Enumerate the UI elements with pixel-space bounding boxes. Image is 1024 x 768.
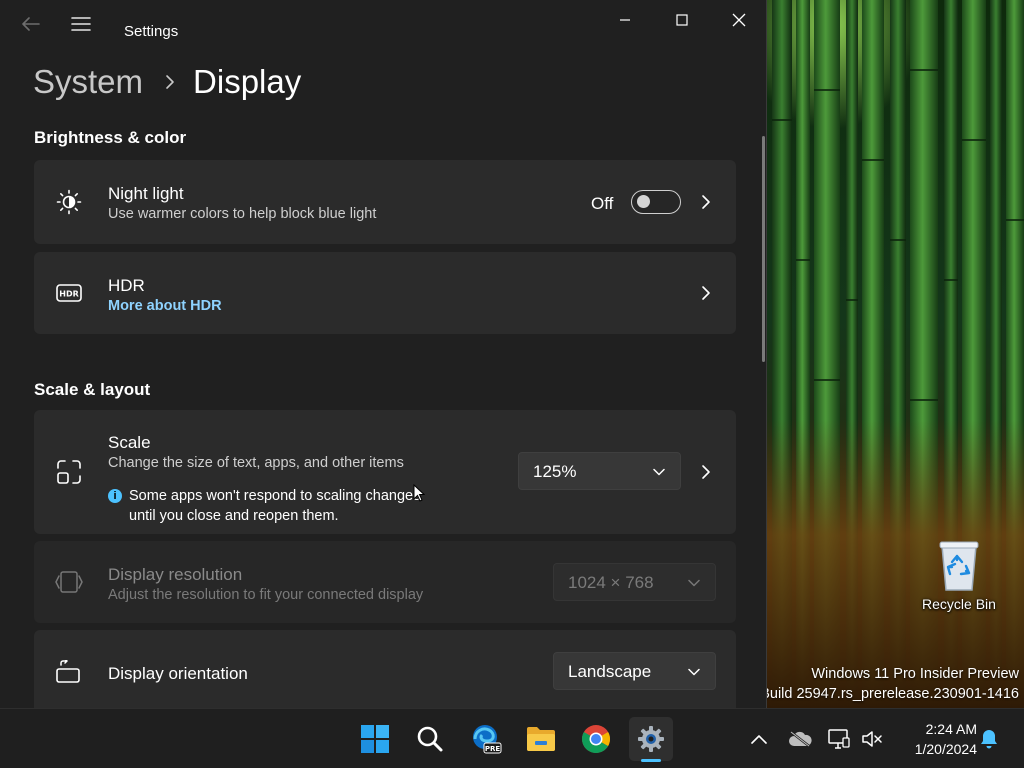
navigation-menu-button[interactable] — [63, 8, 99, 40]
back-button[interactable] — [13, 8, 49, 40]
hdr-card[interactable]: HDR HDR More about HDR — [34, 252, 736, 334]
scale-title: Scale — [108, 433, 151, 452]
toggle-knob — [637, 195, 650, 208]
minimize-button[interactable] — [596, 0, 653, 40]
mouse-cursor-icon — [413, 484, 425, 502]
hdr-icon: HDR — [54, 278, 84, 308]
night-light-toggle[interactable] — [631, 190, 681, 214]
section-scale-layout: Scale & layout — [34, 380, 151, 399]
vertical-scrollbar[interactable] — [762, 136, 765, 362]
night-light-title: Night light — [108, 184, 184, 203]
night-light-description: Use warmer colors to help block blue lig… — [108, 206, 377, 222]
taskbar-clock[interactable]: 2:24 AM 1/20/2024 — [893, 719, 977, 759]
active-app-indicator — [641, 759, 661, 762]
night-light-state-label: Off — [591, 194, 614, 213]
recycle-bin-icon — [939, 541, 979, 591]
resolution-icon — [54, 567, 84, 597]
app-title: Settings — [124, 23, 179, 40]
search-button[interactable] — [408, 717, 452, 761]
display-resolution-title: Display resolution — [108, 565, 243, 584]
taskbar: PRE 2:24 AM 1/20/2024 — [0, 708, 1024, 768]
scale-card[interactable]: Scale Change the size of text, apps, and… — [34, 410, 736, 534]
display-resolution-card: Display resolution Adjust the resolution… — [34, 541, 736, 623]
resolution-dropdown: 1024 × 768 — [553, 563, 716, 601]
close-button[interactable] — [710, 0, 766, 40]
settings-taskbar-button[interactable] — [629, 717, 673, 761]
night-light-card[interactable]: Night light Use warmer colors to help bl… — [34, 160, 736, 244]
scale-dropdown-value: 125% — [533, 462, 577, 481]
scale-description: Change the size of text, apps, and other… — [108, 455, 404, 471]
night-light-chevron-icon[interactable] — [698, 194, 714, 210]
orientation-icon — [54, 657, 84, 687]
chevron-up-icon — [751, 735, 767, 744]
scale-dropdown[interactable]: 125% — [518, 452, 681, 490]
breadcrumb-system-link[interactable]: System — [33, 63, 143, 101]
os-watermark: Windows 11 Pro Insider Preview Build 259… — [760, 664, 1019, 704]
back-arrow-icon — [22, 17, 40, 31]
show-hidden-icons-button[interactable] — [747, 727, 771, 751]
orientation-dropdown[interactable]: Landscape — [553, 652, 716, 690]
network-monitor-icon — [828, 729, 850, 749]
file-explorer-button[interactable] — [519, 717, 563, 761]
watermark-edition: Windows 11 Pro Insider Preview — [811, 666, 1019, 682]
network-tray-button[interactable] — [827, 727, 851, 751]
display-resolution-description: Adjust the resolution to fit your connec… — [108, 587, 424, 603]
edge-beta-button[interactable]: PRE — [464, 717, 508, 761]
svg-text:PRE: PRE — [485, 745, 501, 753]
title-bar: Settings — [0, 0, 766, 50]
volume-muted-icon — [862, 731, 882, 747]
hdr-chevron-icon[interactable] — [698, 285, 714, 301]
minimize-icon — [619, 19, 630, 21]
watermark-build: Build 25947.rs_prerelease.230901-1416 — [760, 686, 1019, 702]
notification-bell-icon — [981, 730, 997, 749]
hamburger-menu-icon — [71, 17, 91, 31]
settings-window: Settings System Display Brightness & col… — [0, 0, 767, 708]
display-orientation-title: Display orientation — [108, 664, 248, 683]
section-brightness-color: Brightness & color — [34, 128, 187, 147]
clock-time: 2:24 AM — [925, 721, 977, 737]
clock-date: 1/20/2024 — [914, 741, 977, 757]
orientation-dropdown-value: Landscape — [568, 662, 652, 681]
close-icon — [732, 13, 745, 27]
svg-text:HDR: HDR — [59, 290, 79, 299]
more-about-hdr-link[interactable]: More about HDR — [108, 298, 222, 314]
maximize-icon — [675, 14, 688, 26]
info-icon: i — [108, 489, 122, 503]
settings-gear-icon — [638, 726, 664, 752]
file-explorer-icon — [527, 727, 555, 751]
night-light-icon — [54, 187, 84, 217]
chrome-icon — [582, 725, 610, 753]
chrome-button[interactable] — [574, 717, 618, 761]
onedrive-tray-button[interactable] — [788, 727, 812, 751]
resolution-dropdown-value: 1024 × 768 — [568, 573, 654, 592]
notifications-button[interactable] — [977, 727, 1001, 751]
settings-content: Brightness & color Night light Use warme… — [0, 120, 760, 708]
edge-beta-icon: PRE — [473, 725, 502, 754]
onedrive-offline-icon — [789, 731, 812, 747]
scale-info-line-2: until you close and reopen them. — [129, 508, 339, 524]
maximize-button[interactable] — [653, 0, 710, 40]
search-icon — [417, 726, 443, 752]
hdr-title: HDR — [108, 276, 145, 295]
start-button[interactable] — [353, 717, 397, 761]
recycle-bin-label: Recycle Bin — [922, 596, 996, 612]
scale-icon — [54, 457, 84, 487]
windows-start-icon — [361, 725, 389, 753]
scale-chevron-icon[interactable] — [698, 464, 714, 480]
display-orientation-card[interactable]: Display orientation Landscape — [34, 630, 736, 708]
breadcrumb: System Display — [33, 60, 301, 104]
chevron-down-icon — [687, 576, 701, 590]
chevron-down-icon — [687, 665, 701, 679]
breadcrumb-chevron-icon — [165, 74, 175, 90]
chevron-down-icon — [652, 465, 666, 479]
recycle-bin-shortcut[interactable]: Recycle Bin — [916, 536, 1002, 612]
page-title: Display — [193, 63, 302, 100]
volume-tray-button[interactable] — [860, 727, 884, 751]
